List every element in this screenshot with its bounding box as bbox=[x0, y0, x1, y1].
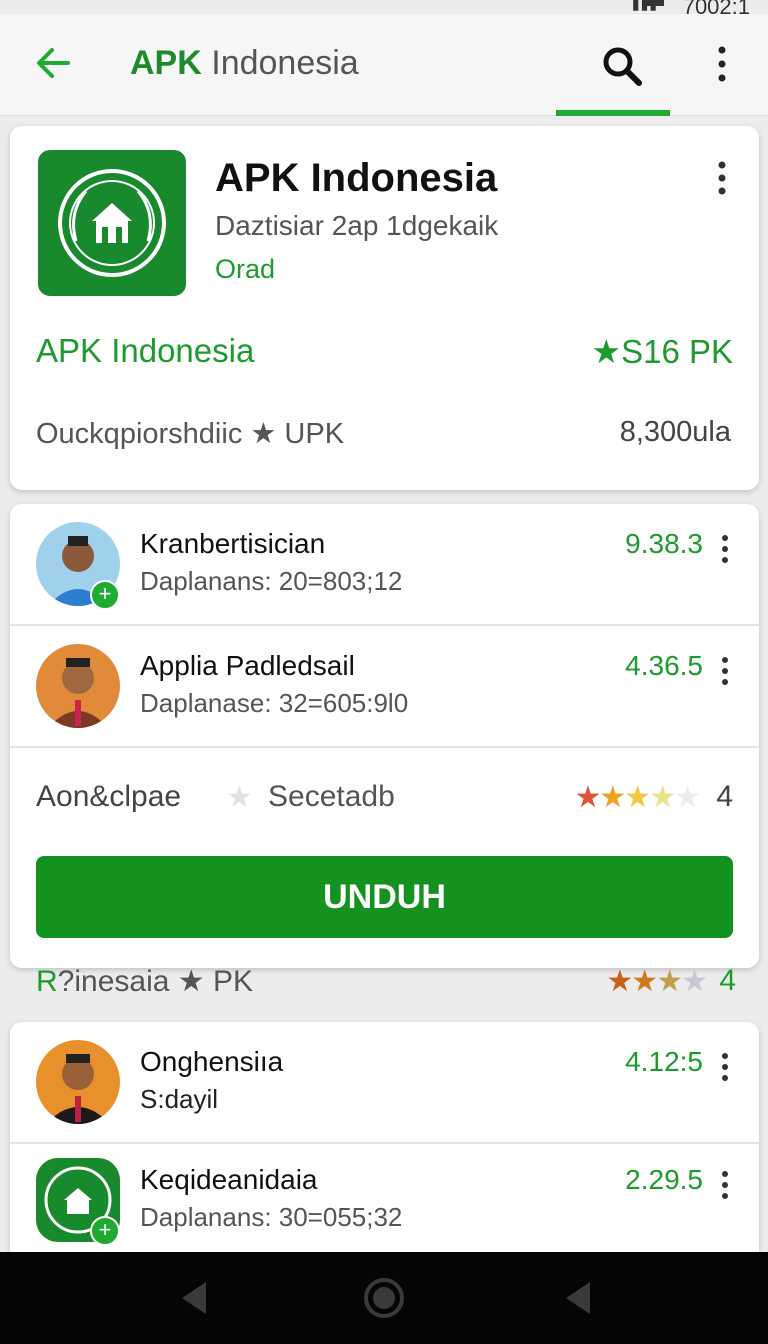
list-item-sub: S:dayil bbox=[140, 1084, 219, 1114]
add-badge-icon: + bbox=[90, 1216, 120, 1246]
list-item[interactable]: + Keqideanidaia Daplanans: 30=055;32 2.2… bbox=[10, 1140, 759, 1262]
list-item-score: 9.38.3 bbox=[625, 528, 703, 559]
row-menu-icon[interactable] bbox=[717, 534, 733, 564]
page-title-rest: Indonesia bbox=[211, 44, 359, 82]
row-menu-icon[interactable] bbox=[717, 1052, 733, 1082]
app-emblem-icon bbox=[58, 169, 166, 277]
star-icon: ★ bbox=[606, 965, 633, 998]
list-item-name: Onghensiıa bbox=[140, 1046, 284, 1077]
status-bar: ▮▮▮ 7002:1 bbox=[0, 0, 768, 19]
star-icon: ★ bbox=[649, 781, 676, 814]
list-item-score: 4.36.5 bbox=[625, 650, 703, 681]
star-icon: ★ bbox=[226, 781, 253, 814]
list-item[interactable]: Onghensiıa S:dayil 4.12:5 bbox=[10, 1022, 759, 1144]
nav-recents-icon[interactable] bbox=[556, 1276, 600, 1320]
strip-rating: 4 bbox=[719, 964, 736, 997]
list-item[interactable]: + Kranbertisician Daplanans: 20=803;12 9… bbox=[10, 504, 759, 626]
app-title: APK Indonesia bbox=[215, 156, 498, 200]
list-item-name: Kranbertisician bbox=[140, 528, 326, 559]
app-tag[interactable]: Orad bbox=[215, 254, 275, 285]
row-menu-icon[interactable] bbox=[717, 1170, 733, 1200]
strip-prefix: R bbox=[36, 965, 58, 998]
page-title: APK Indonesia bbox=[130, 44, 359, 83]
app-rating: ★S16 PK bbox=[591, 333, 734, 370]
app-subtitle: Daztisiar 2ap 1dgekaik bbox=[215, 210, 499, 241]
rating-summary: Aon&clpae ★ Secetadb ★★★★★ 4 bbox=[10, 752, 759, 852]
add-badge-icon: + bbox=[90, 580, 120, 610]
download-button[interactable]: UNDUH bbox=[36, 856, 733, 938]
developer-name[interactable]: APK Indonesia bbox=[36, 332, 254, 370]
star-icon: ★ bbox=[631, 965, 658, 998]
search-icon[interactable] bbox=[600, 44, 644, 88]
system-nav-bar bbox=[0, 1252, 768, 1344]
review-card: + Kranbertisician Daplanans: 20=803;12 9… bbox=[10, 504, 759, 968]
nav-back-icon[interactable] bbox=[172, 1276, 216, 1320]
avatar bbox=[36, 644, 120, 728]
list-item-sub: Daplanans: 30=055;32 bbox=[140, 1202, 403, 1232]
strip-label: R?inesaia ★ PK bbox=[36, 964, 253, 999]
star-icon: ★ bbox=[574, 781, 601, 814]
app-bar: APK Indonesia bbox=[0, 14, 768, 116]
list-item[interactable]: Applia Padledsail Daplanase: 32=605:9l0 … bbox=[10, 626, 759, 748]
star-icon: ★ bbox=[599, 781, 626, 814]
strip-text: ?inesaia ★ PK bbox=[57, 965, 254, 998]
download-count: 8,300ula bbox=[619, 416, 731, 448]
app-detail-card: APK Indonesia Daztisiar 2ap 1dgekaik Ora… bbox=[10, 126, 759, 490]
nav-home-icon[interactable] bbox=[362, 1276, 406, 1320]
summary-rating: 4 bbox=[716, 780, 733, 813]
row-menu-icon[interactable] bbox=[717, 656, 733, 686]
list-item-sub: Daplanase: 32=605:9l0 bbox=[140, 688, 409, 718]
star-icon: ★ bbox=[624, 781, 651, 814]
list-item-sub: Daplanans: 20=803;12 bbox=[140, 566, 403, 596]
app-category: Ouckqpiorshdiic ★ UPK bbox=[36, 418, 345, 450]
secondary-rating-strip: R?inesaia ★ PK ★★★★ 4 bbox=[36, 964, 736, 1004]
list-item-score: 4.12:5 bbox=[625, 1046, 703, 1077]
list-item-name: Keqideanidaia bbox=[140, 1164, 318, 1195]
back-arrow-icon[interactable] bbox=[32, 42, 74, 84]
page-title-bold: APK bbox=[130, 44, 202, 82]
more-apps-card: Onghensiıa S:dayil 4.12:5 + Keqideanidai… bbox=[10, 1022, 759, 1262]
summary-category: Aon&clpae bbox=[36, 780, 182, 813]
rating-stars: ★★★★ bbox=[606, 964, 708, 999]
list-item-score: 2.29.5 bbox=[625, 1164, 703, 1195]
app-icon[interactable] bbox=[38, 150, 186, 296]
list-item-name: Applia Padledsail bbox=[140, 650, 355, 681]
star-icon: ★ bbox=[674, 781, 701, 814]
summary-section: Secetadb bbox=[268, 780, 395, 813]
card-menu-icon[interactable] bbox=[712, 160, 732, 196]
avatar bbox=[36, 1040, 120, 1124]
tab-indicator bbox=[556, 110, 670, 116]
battery-icon bbox=[644, 0, 664, 6]
rating-stars: ★★★★★ bbox=[574, 780, 701, 815]
star-icon: ★ bbox=[656, 965, 683, 998]
star-icon: ★ bbox=[681, 965, 708, 998]
more-vert-icon[interactable] bbox=[708, 44, 736, 84]
